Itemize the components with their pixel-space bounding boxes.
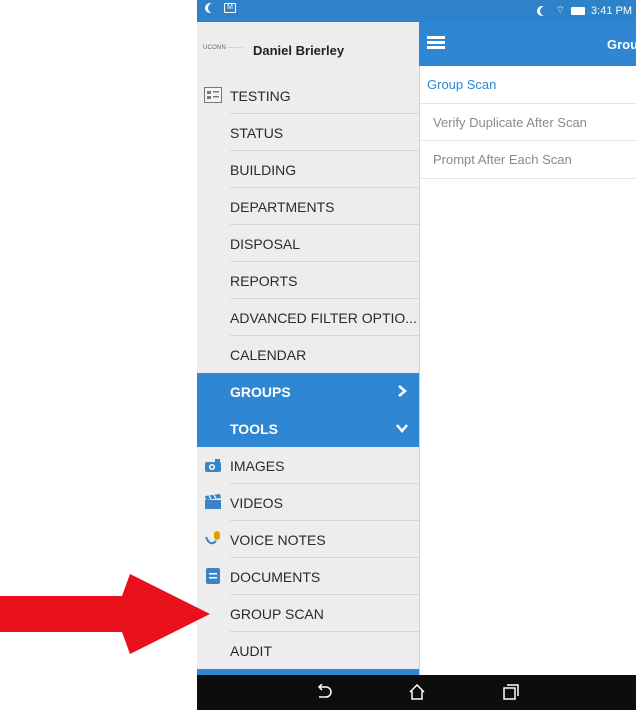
moon-icon [208, 3, 218, 13]
menu-icon[interactable] [427, 36, 445, 50]
back-icon[interactable] [315, 684, 333, 700]
drawer-item-videos[interactable]: VIDEOS [197, 484, 419, 521]
list-icon [204, 87, 222, 103]
drawer-item-images[interactable]: IMAGES [197, 447, 419, 484]
clapperboard-icon [205, 494, 221, 509]
app-logo: UCONN ······· [203, 45, 244, 51]
drawer-item-label: DOCUMENTS [230, 568, 321, 585]
drawer-item-departments[interactable]: DEPARTMENTS [197, 188, 419, 225]
drawer-item-building[interactable]: BUILDING [197, 151, 419, 188]
drawer-item-advanced-filter-options[interactable]: ADVANCED FILTER OPTIO... [197, 299, 419, 336]
system-nav-bar [197, 675, 636, 710]
status-time: 3:41 PM [591, 4, 632, 17]
recents-icon[interactable] [501, 684, 519, 700]
drawer-item-label: IMAGES [230, 457, 285, 474]
moon-icon [540, 6, 550, 16]
wifi-icon: ⌔ [555, 5, 566, 16]
status-bar: M ⌔ 3:41 PM [197, 0, 636, 22]
drawer-item-documents[interactable]: DOCUMENTS [197, 558, 419, 595]
setting-prompt-after-each-scan[interactable]: Prompt After Each Scan [419, 140, 636, 179]
setting-label: Prompt After Each Scan [433, 152, 572, 167]
drawer-item-label: GROUPS [230, 383, 291, 400]
drawer-item-label: GROUP SCAN [230, 605, 324, 622]
setting-verify-duplicate-after-scan[interactable]: Verify Duplicate After Scan [419, 103, 636, 141]
drawer-item-disposal[interactable]: DISPOSAL [197, 225, 419, 262]
chevron-right-icon [398, 385, 407, 397]
red-arrow-icon [0, 574, 210, 654]
drawer-item-label: REPORTS [230, 272, 298, 289]
drawer-item-label: ADVANCED FILTER OPTIO... [230, 309, 417, 326]
mail-icon: M [224, 3, 236, 13]
drawer-item-label: BUILDING [230, 161, 297, 178]
drawer-item-voice-notes[interactable]: VOICE NOTES [197, 521, 419, 558]
section-header-label: Group Scan [427, 77, 497, 92]
drawer-item-audit[interactable]: AUDIT [197, 632, 419, 669]
drawer-item-label: CALENDAR [230, 346, 307, 363]
section-header-group-scan: Group Scan [419, 66, 636, 103]
drawer-item-reports[interactable]: REPORTS [197, 262, 419, 299]
drawer-item-group-scan[interactable]: GROUP SCAN [197, 595, 419, 632]
chevron-down-icon [396, 424, 408, 433]
drawer-header: UCONN ······· Daniel Brierley [197, 22, 419, 77]
drawer-item-testing[interactable]: TESTING [197, 77, 419, 114]
drawer-item-label: STATUS [230, 124, 284, 141]
drawer-item-calendar[interactable]: CALENDAR [197, 336, 419, 373]
drawer-item-status[interactable]: STATUS [197, 114, 419, 151]
drawer-item-label: TESTING [230, 87, 291, 104]
drawer-item-label: DEPARTMENTS [230, 198, 335, 215]
home-icon[interactable] [408, 684, 426, 700]
navigation-drawer: UCONN ······· Daniel Brierley TESTING ST… [197, 22, 420, 675]
drawer-item-label: VOICE NOTES [230, 531, 326, 548]
camera-icon [205, 459, 221, 472]
app-toolbar: Grou [419, 22, 636, 66]
user-name: Daniel Brierley [253, 43, 345, 58]
drawer-item-label: AUDIT [230, 642, 272, 659]
device-screen: M ⌔ 3:41 PM UCONN ······· Daniel Brierle… [197, 0, 636, 710]
page-title: Grou [607, 37, 636, 52]
drawer-item-label: TOOLS [230, 420, 278, 437]
drawer-item-label: VIDEOS [230, 494, 283, 511]
drawer-item-label: DISPOSAL [230, 235, 301, 252]
drawer-item-tools[interactable]: TOOLS [197, 410, 419, 447]
drawer-item-groups[interactable]: GROUPS [197, 373, 419, 410]
microphone-icon [205, 531, 220, 545]
battery-icon [571, 6, 586, 15]
setting-label: Verify Duplicate After Scan [433, 115, 587, 130]
